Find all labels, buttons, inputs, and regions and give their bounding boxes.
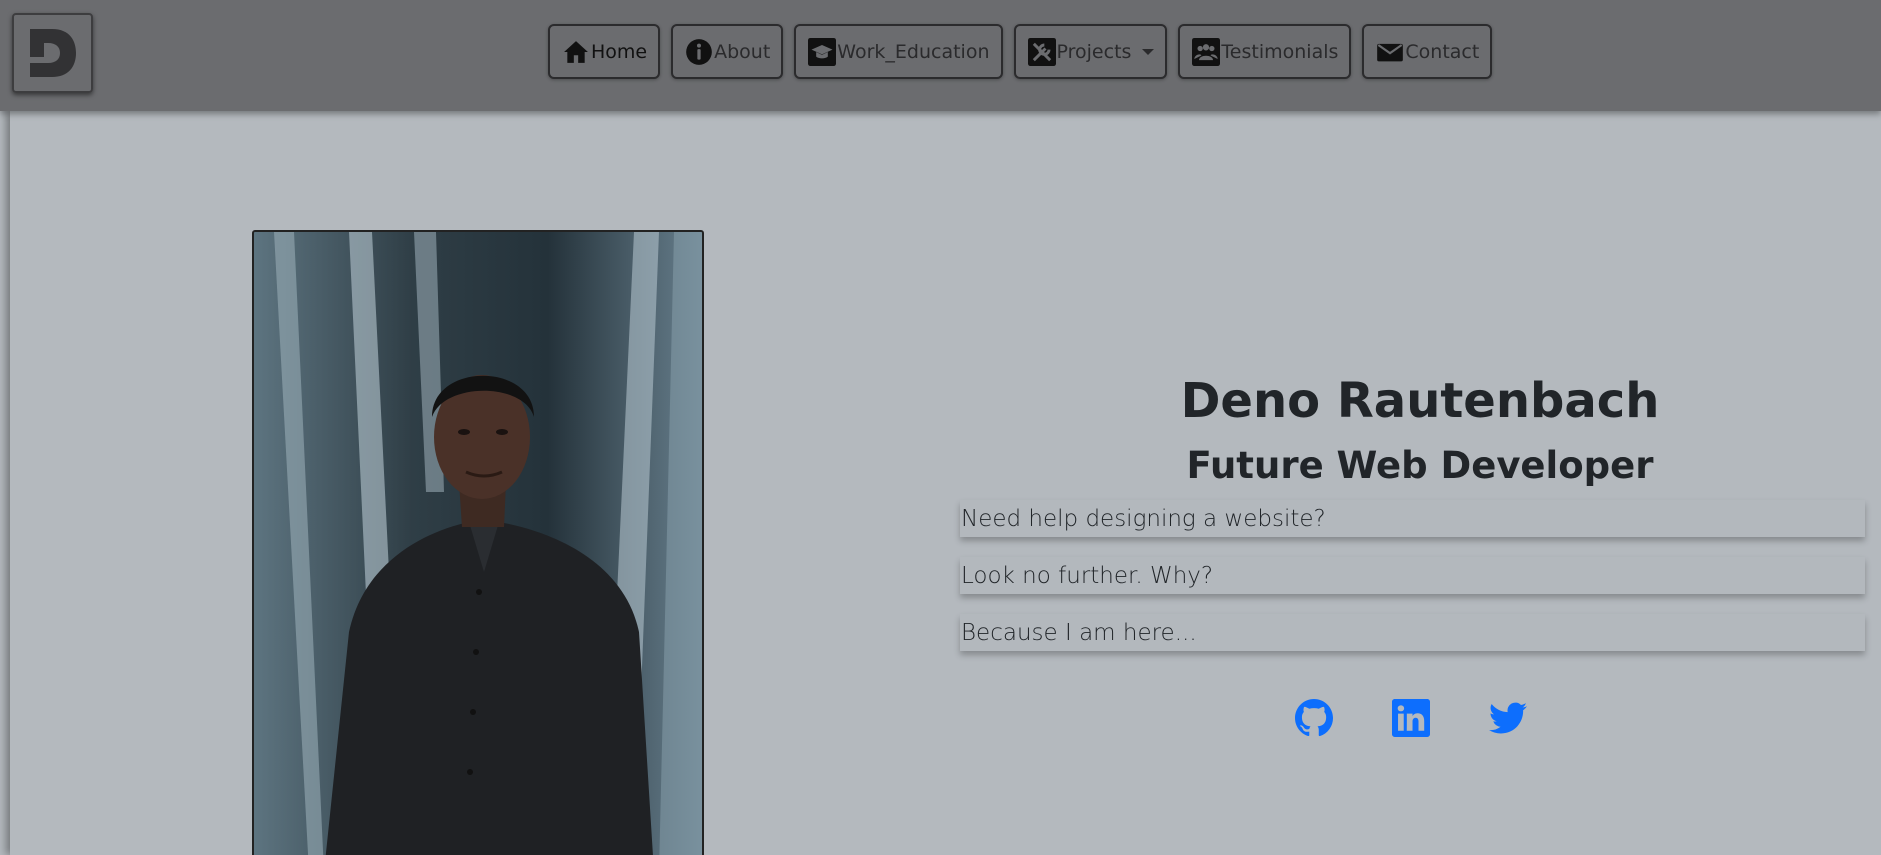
- nav-about-button[interactable]: About: [671, 24, 784, 79]
- people-icon: [1192, 37, 1221, 66]
- nav-home-button[interactable]: Home: [548, 24, 661, 79]
- nav-projects-label: Projects: [1056, 40, 1132, 63]
- nav-about-label: About: [714, 40, 771, 63]
- nav-work-education-label: Work_Education: [837, 40, 990, 63]
- nav-work-education-button[interactable]: Work_Education: [794, 24, 1003, 79]
- twitter-link[interactable]: [1489, 699, 1527, 737]
- hero-section: Deno Rautenbach Future Web Developer Nee…: [10, 111, 1881, 855]
- info-icon: [685, 38, 713, 66]
- profile-photo: [252, 230, 704, 855]
- nav-list: Home About Work_Education Projects Testi…: [548, 24, 1493, 79]
- twitter-icon: [1489, 702, 1527, 734]
- github-link[interactable]: [1295, 699, 1333, 737]
- social-links: [1295, 699, 1527, 737]
- hero-title: Future Web Developer: [1186, 444, 1654, 487]
- tagline-3: Because I am here...: [960, 614, 1865, 651]
- navbar: Home About Work_Education Projects Testi…: [0, 0, 1881, 111]
- linkedin-icon: [1392, 699, 1430, 737]
- nav-testimonials-button[interactable]: Testimonials: [1178, 24, 1352, 79]
- caret-down-icon: [1142, 48, 1155, 55]
- tools-icon: [1027, 37, 1056, 66]
- nav-testimonials-label: Testimonials: [1221, 40, 1339, 63]
- github-icon: [1295, 699, 1333, 737]
- linkedin-link[interactable]: [1392, 699, 1430, 737]
- graduation-cap-icon: [808, 37, 837, 66]
- nav-projects-dropdown[interactable]: Projects: [1013, 24, 1168, 79]
- nav-contact-label: Contact: [1405, 40, 1480, 63]
- logo[interactable]: [12, 13, 93, 93]
- logo-d-icon: [29, 29, 76, 77]
- home-icon: [562, 38, 590, 66]
- envelope-icon: [1376, 38, 1404, 66]
- hero-name: Deno Rautenbach: [1180, 373, 1660, 429]
- tagline-1: Need help designing a website?: [960, 500, 1865, 537]
- nav-home-label: Home: [591, 40, 648, 63]
- tagline-2: Look no further. Why?: [960, 557, 1865, 594]
- nav-contact-button[interactable]: Contact: [1362, 24, 1493, 79]
